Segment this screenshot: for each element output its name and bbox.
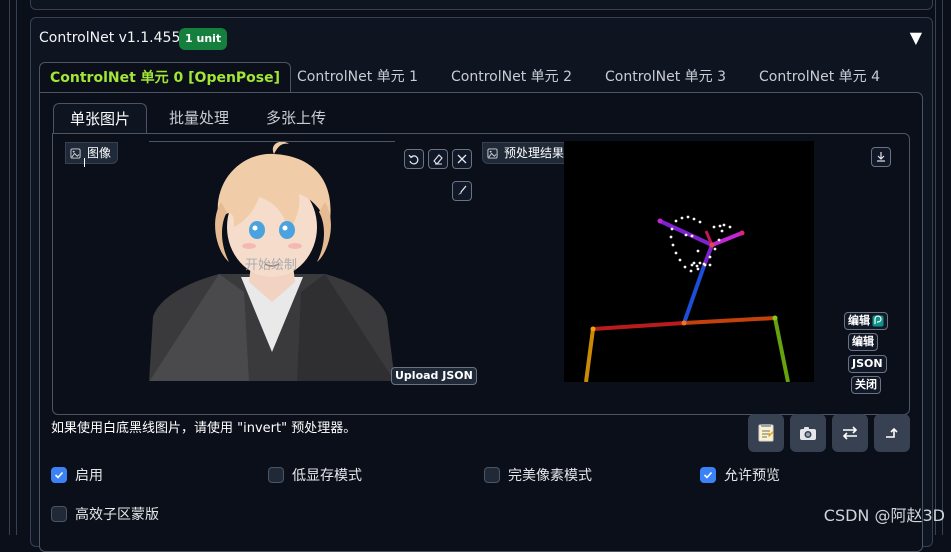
photopea-icon bbox=[872, 315, 884, 327]
edit-with-icon-button[interactable]: 编辑 bbox=[844, 312, 888, 330]
image-icon bbox=[70, 147, 81, 159]
watermark: CSDN @阿赵3D bbox=[823, 506, 945, 525]
previous-panel-edge bbox=[30, 0, 933, 10]
low-vram-option[interactable]: 低显存模式 bbox=[268, 465, 362, 485]
tab-unit-0[interactable]: ControlNet 单元 0 [OpenPose] bbox=[39, 62, 292, 94]
enable-checkbox[interactable] bbox=[51, 467, 67, 483]
close-icon[interactable] bbox=[452, 149, 472, 169]
allow-preview-checkbox[interactable] bbox=[700, 467, 716, 483]
effective-region-mask-checkbox[interactable] bbox=[51, 506, 67, 522]
image-icon bbox=[487, 147, 498, 159]
json-button[interactable]: JSON bbox=[848, 355, 887, 373]
edit-button[interactable]: 编辑 bbox=[848, 333, 878, 351]
tab-unit-4[interactable]: ControlNet 单元 4 bbox=[749, 62, 890, 93]
send-upload-icon[interactable] bbox=[874, 414, 910, 452]
enable-option[interactable]: 启用 bbox=[51, 465, 103, 485]
image-label: 图像 bbox=[65, 142, 119, 164]
undo-icon[interactable] bbox=[404, 149, 424, 169]
allow-preview-label: 允许预览 bbox=[724, 468, 780, 484]
tab-batch[interactable]: 批量处理 bbox=[153, 103, 245, 134]
upload-json-button[interactable]: Upload JSON bbox=[391, 367, 477, 385]
low-vram-checkbox[interactable] bbox=[268, 467, 284, 483]
enable-label: 启用 bbox=[75, 468, 103, 484]
invert-hint-text: 如果使用白底黑线图片，请使用 "invert" 预处理器。 bbox=[51, 421, 357, 436]
unit-count-badge: 1 unit bbox=[179, 28, 228, 50]
notepad-icon[interactable] bbox=[748, 414, 784, 452]
triangle-down-icon[interactable]: ▼ bbox=[910, 28, 922, 47]
pixel-perfect-checkbox[interactable] bbox=[484, 467, 500, 483]
effective-region-mask-option[interactable]: 高效子区蒙版 bbox=[51, 504, 159, 524]
edit-label: 编辑 bbox=[848, 314, 870, 327]
start-drawing-overlay: 开始绘制 bbox=[245, 258, 298, 273]
close-preview-button[interactable]: 关闭 bbox=[851, 376, 881, 394]
tab-multi-upload[interactable]: 多张上传 bbox=[250, 103, 342, 134]
image-label-text: 图像 bbox=[87, 146, 112, 160]
download-icon[interactable] bbox=[871, 147, 891, 167]
low-vram-label: 低显存模式 bbox=[292, 468, 362, 484]
panel-title[interactable]: ControlNet v1.1.455 bbox=[39, 30, 180, 46]
allow-preview-option[interactable]: 允许预览 bbox=[700, 465, 780, 485]
tab-unit-2[interactable]: ControlNet 单元 2 bbox=[441, 62, 582, 93]
tab-single-image[interactable]: 单张图片 bbox=[53, 103, 148, 135]
effective-region-mask-label: 高效子区蒙版 bbox=[75, 507, 159, 523]
image-canvas[interactable]: 开始绘制 bbox=[149, 141, 395, 381]
pixel-perfect-label: 完美像素模式 bbox=[508, 468, 592, 484]
pose-preview-image bbox=[564, 141, 814, 383]
brush-icon[interactable] bbox=[452, 181, 472, 201]
swap-icon[interactable] bbox=[832, 414, 868, 452]
camera-icon[interactable] bbox=[790, 414, 826, 452]
eraser-icon[interactable] bbox=[428, 149, 448, 169]
text-cursor bbox=[84, 158, 85, 167]
tab-unit-3[interactable]: ControlNet 单元 3 bbox=[595, 62, 736, 93]
tab-unit-1[interactable]: ControlNet 单元 1 bbox=[287, 62, 428, 93]
pixel-perfect-option[interactable]: 完美像素模式 bbox=[484, 465, 592, 485]
